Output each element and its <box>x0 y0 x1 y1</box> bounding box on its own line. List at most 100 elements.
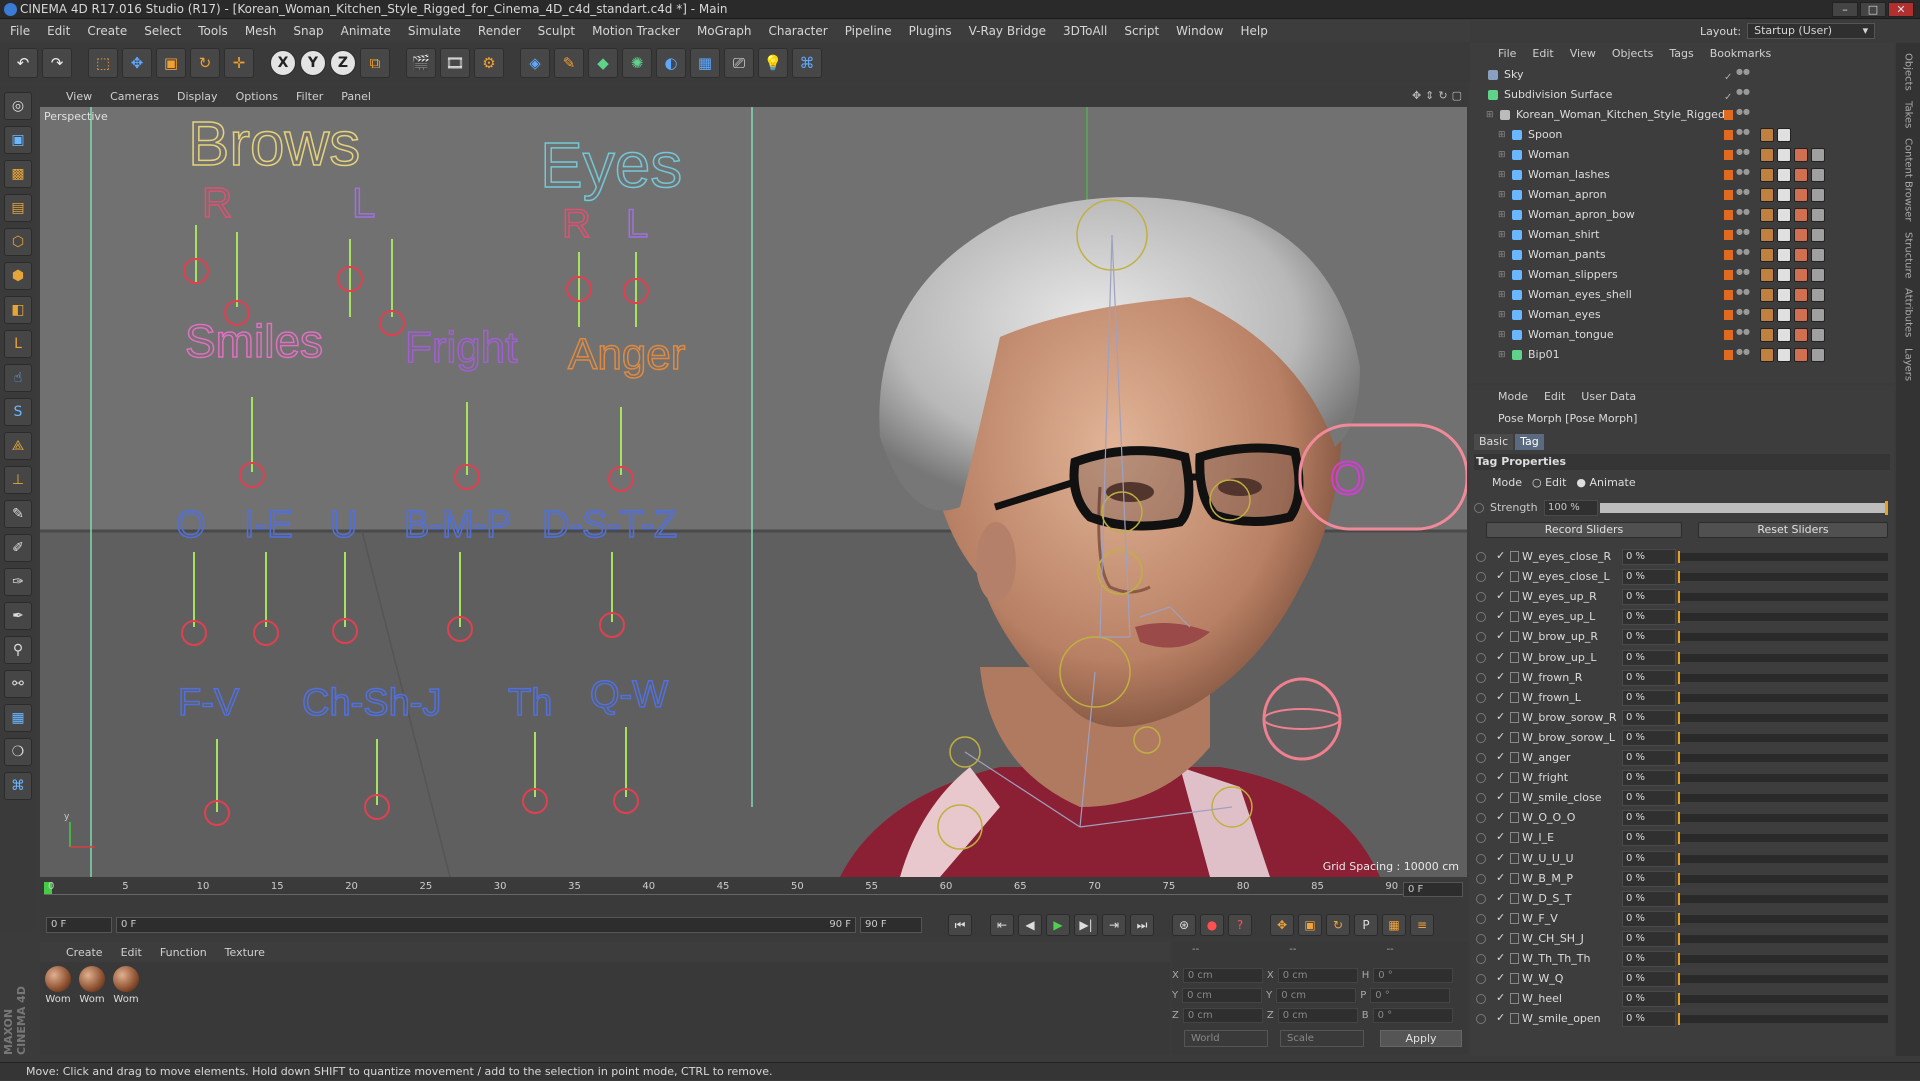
enable-checkbox[interactable]: ✓ <box>1496 569 1505 582</box>
menu-pipeline[interactable]: Pipeline <box>845 24 892 38</box>
animate-dot-icon[interactable] <box>1476 853 1486 864</box>
pose-slider-track[interactable] <box>1678 571 1888 584</box>
object-menu-bookmarks[interactable]: Bookmarks <box>1710 47 1771 60</box>
strength-field[interactable]: 100 % <box>1544 500 1598 516</box>
render-visibility-icon[interactable]: ●● <box>1736 288 1750 302</box>
animate-dot-icon[interactable] <box>1476 672 1486 683</box>
object-row[interactable]: ⊞ Woman_eyes ●● <box>1470 305 1890 325</box>
model-mode-icon[interactable]: ▣ <box>4 126 32 154</box>
layer-color-icon[interactable] <box>1724 310 1733 320</box>
autokey-icon[interactable]: ? <box>1228 914 1252 936</box>
enable-checkbox[interactable]: ✓ <box>1496 991 1505 1004</box>
next-frame-icon[interactable]: ▶| <box>1074 914 1098 936</box>
pen-spline-icon[interactable]: ✎ <box>554 48 584 78</box>
close-button[interactable]: ✕ <box>1888 2 1914 17</box>
tag-icon[interactable] <box>1760 148 1774 162</box>
render-visibility-icon[interactable]: ●● <box>1736 168 1750 182</box>
layer-color-icon[interactable] <box>1724 210 1733 220</box>
tag-icon[interactable] <box>1777 348 1791 362</box>
animate-dot-icon[interactable] <box>1476 893 1486 904</box>
pose-slider-handle[interactable] <box>1678 731 1680 744</box>
animate-dot-icon[interactable] <box>1476 833 1486 844</box>
attribute-menu-edit[interactable]: Edit <box>1544 390 1565 403</box>
viewport-perspective[interactable]: Brows Eyes R L R L Smiles Fright Anger O… <box>40 107 1467 877</box>
viewport-menu-filter[interactable]: Filter <box>296 90 323 103</box>
array-icon[interactable]: ✺ <box>622 48 652 78</box>
enable-checkbox[interactable]: ✓ <box>1496 1011 1505 1024</box>
tag-icon[interactable] <box>1811 168 1825 182</box>
pose-slider-value[interactable]: 0 % <box>1622 750 1676 766</box>
object-row[interactable]: ⊞ Woman_apron_bow ●● <box>1470 205 1890 225</box>
render-visibility-icon[interactable]: ●● <box>1736 228 1750 242</box>
object-row[interactable]: ⊞ Bip01 ●● <box>1470 345 1890 365</box>
tag-icon[interactable] <box>1777 188 1791 202</box>
deformer-icon[interactable]: ◐ <box>656 48 686 78</box>
animate-dot-icon[interactable] <box>1476 632 1486 643</box>
go-to-end-icon[interactable]: ⏭ <box>1130 914 1154 936</box>
pose-slider-track[interactable] <box>1678 631 1888 644</box>
expand-icon[interactable]: ⊞ <box>1498 245 1506 265</box>
enable-checkbox[interactable]: ✓ <box>1496 589 1505 602</box>
scale-icon[interactable]: ▣ <box>156 48 186 78</box>
strength-slider[interactable] <box>1600 501 1888 515</box>
pose-slider-handle[interactable] <box>1678 1013 1680 1026</box>
side-tab-structure[interactable]: Structure <box>1903 232 1914 279</box>
record-keys-icon[interactable]: ● <box>1200 914 1224 936</box>
tag-icon[interactable] <box>1811 268 1825 282</box>
animate-dot-icon[interactable] <box>1476 572 1486 583</box>
pose-slider-track[interactable] <box>1678 993 1888 1006</box>
layer-color-icon[interactable] <box>1724 330 1733 340</box>
rotation-p-field[interactable]: 0 ° <box>1370 988 1451 1003</box>
animate-dot-icon[interactable] <box>1476 873 1486 884</box>
y-axis-icon[interactable]: Y <box>300 50 326 76</box>
pose-slider-handle[interactable] <box>1678 631 1680 644</box>
recent-tools-icon[interactable]: ✛ <box>224 48 254 78</box>
expand-icon[interactable]: ⊞ <box>1498 145 1506 165</box>
enable-checkbox[interactable]: ✓ <box>1496 931 1505 944</box>
timeline[interactable]: 0 5 10 15 20 25 30 35 40 45 50 55 60 65 70 75 80 85 90 0 F <box>40 880 1467 912</box>
light-icon[interactable]: 💡 <box>758 48 788 78</box>
tag-icon[interactable] <box>1760 188 1774 202</box>
enable-checkbox[interactable]: ✓ <box>1496 650 1505 663</box>
rotation-h-field[interactable]: 0 ° <box>1373 968 1454 983</box>
animate-dot-icon[interactable] <box>1476 933 1486 944</box>
polygons-mode-icon[interactable]: ◧ <box>4 296 32 324</box>
enable-checkbox[interactable]: ✓ <box>1496 690 1505 703</box>
pose-slider-value[interactable]: 0 % <box>1622 629 1676 646</box>
move-icon[interactable]: ✥ <box>122 48 152 78</box>
sculpt-brush-icon[interactable]: ✎ <box>4 500 32 528</box>
enable-checkbox[interactable]: ✓ <box>1496 790 1505 803</box>
side-tab-content-browser[interactable]: Content Browser <box>1903 138 1914 221</box>
size-z-field[interactable]: 0 cm <box>1277 1008 1358 1023</box>
pose-slider-value[interactable]: 0 % <box>1622 709 1676 726</box>
sculpt-inflate-icon[interactable]: ⚯ <box>4 670 32 698</box>
pose-slider-track[interactable] <box>1678 611 1888 624</box>
tab-basic[interactable]: Basic <box>1474 434 1514 450</box>
enable-checkbox[interactable]: ✓ <box>1496 770 1505 783</box>
animate-dot-icon[interactable] <box>1474 503 1484 513</box>
material-thumb[interactable]: Wom <box>112 966 140 1005</box>
enable-checkbox[interactable]: ✓ <box>1496 670 1505 683</box>
menu-plugins[interactable]: Plugins <box>909 24 952 38</box>
pose-slider-track[interactable] <box>1678 812 1888 825</box>
pose-slider-value[interactable]: 0 % <box>1622 669 1676 686</box>
object-row[interactable]: ⊞ Korean_Woman_Kitchen_Style_Rigged ●● <box>1470 105 1890 125</box>
floor-icon[interactable]: ▦ <box>690 48 720 78</box>
pan-icon[interactable]: ✥ <box>1412 89 1421 102</box>
viewport-menu-options[interactable]: Options <box>236 90 278 103</box>
pose-slider-handle[interactable] <box>1678 832 1680 845</box>
menu-v-ray-bridge[interactable]: V-Ray Bridge <box>969 24 1046 38</box>
render-visibility-icon[interactable]: ●● <box>1736 148 1750 162</box>
record-sliders-button[interactable]: Record Sliders <box>1486 522 1682 538</box>
tag-icon[interactable] <box>1794 248 1808 262</box>
menu-edit[interactable]: Edit <box>47 24 70 38</box>
viewport-menu-display[interactable]: Display <box>177 90 218 103</box>
material-thumb[interactable]: Wom <box>44 966 72 1005</box>
tag-icon[interactable] <box>1760 288 1774 302</box>
cube-icon[interactable]: ◈ <box>520 48 550 78</box>
tag-icon[interactable] <box>1760 228 1774 242</box>
enable-checkbox[interactable]: ✓ <box>1496 851 1505 864</box>
pose-slider-value[interactable]: 0 % <box>1622 830 1676 847</box>
paint-brush-icon[interactable]: ✐ <box>4 534 32 562</box>
pose-slider-handle[interactable] <box>1678 651 1680 664</box>
